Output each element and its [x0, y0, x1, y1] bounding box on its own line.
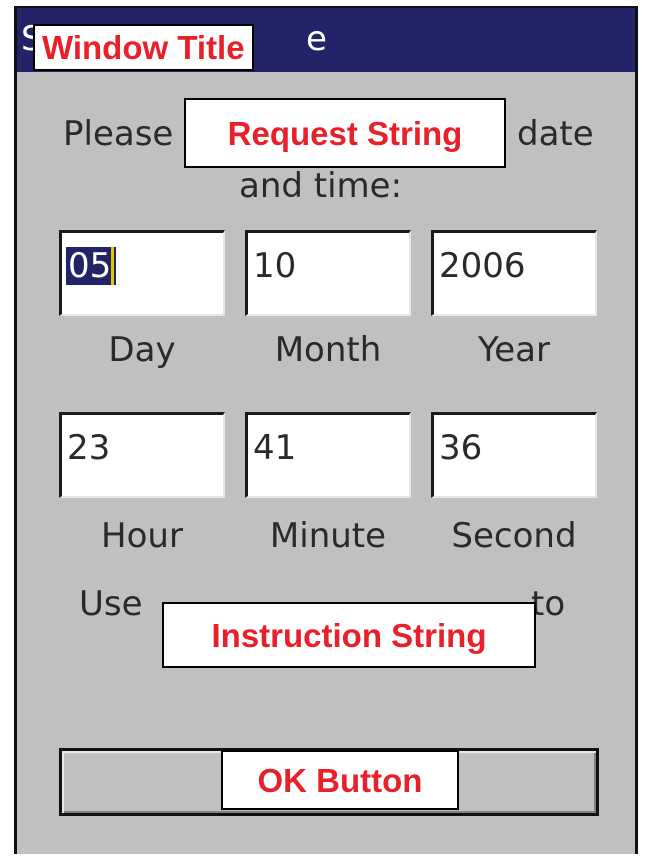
minute-value: 41: [253, 428, 297, 468]
request-string-label: Request String: [184, 98, 506, 168]
instruction-string-label: Instruction String: [162, 602, 536, 668]
month-label: Month: [274, 330, 382, 370]
hour-value: 23: [67, 428, 111, 468]
window-title-label: Window Title: [33, 24, 254, 71]
second-label: Second: [451, 516, 577, 556]
title-text-visible-end: e: [306, 19, 327, 59]
day-input[interactable]: 05: [59, 230, 225, 316]
hour-label: Hour: [101, 516, 183, 556]
year-value: 2006: [439, 246, 526, 286]
minute-label: Minute: [269, 516, 387, 556]
hour-input[interactable]: 23: [59, 412, 225, 498]
instruction-suffix: to: [531, 584, 566, 624]
title-bar: S e Window Title: [17, 8, 635, 72]
minute-input[interactable]: 41: [245, 412, 411, 498]
prompt-prefix: Please: [63, 114, 174, 154]
prompt-suffix: date: [517, 114, 594, 154]
second-input[interactable]: 36: [431, 412, 597, 498]
instruction-prefix: Use: [79, 584, 143, 624]
day-label: Day: [108, 330, 176, 370]
month-value: 10: [253, 246, 297, 286]
second-value: 36: [439, 428, 483, 468]
year-label: Year: [478, 330, 550, 370]
date-time-dialog: S e Window Title Please date and time: R…: [14, 6, 638, 854]
prompt-line-2: and time:: [239, 166, 403, 206]
text-caret: [111, 247, 115, 285]
day-value: 05: [66, 247, 117, 285]
year-input[interactable]: 2006: [431, 230, 597, 316]
month-input[interactable]: 10: [245, 230, 411, 316]
ok-button-label: OK Button: [221, 750, 459, 810]
